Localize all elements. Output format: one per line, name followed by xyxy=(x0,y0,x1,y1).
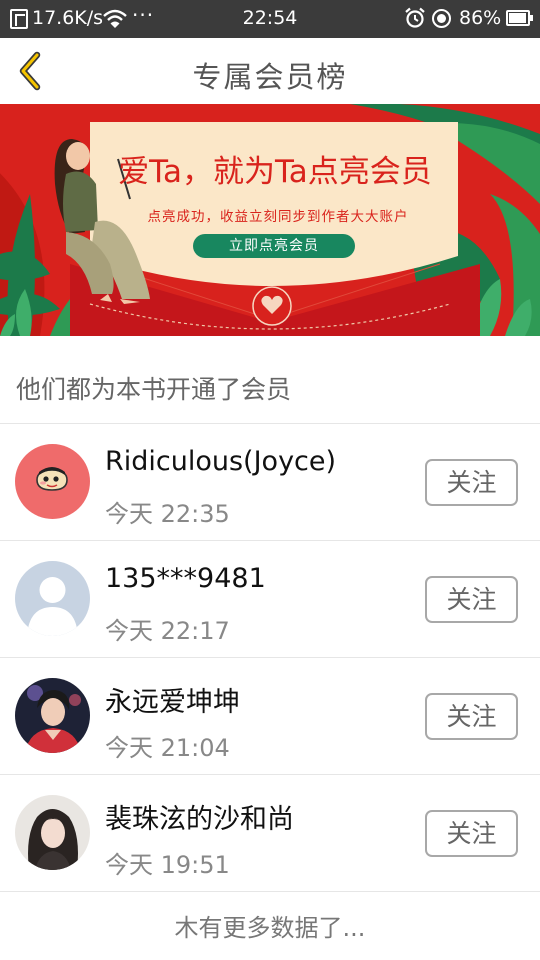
avatar[interactable] xyxy=(15,561,90,636)
member-name: Ridiculous(Joyce) xyxy=(105,446,337,477)
follow-button[interactable]: 关注 xyxy=(425,810,518,857)
list-item[interactable]: 裴珠泫的沙和尚 今天 19:51 关注 xyxy=(0,775,540,892)
location-icon xyxy=(432,9,451,28)
follow-button[interactable]: 关注 xyxy=(425,459,518,506)
status-bar: 17.6K/s ··· 22:54 86% xyxy=(0,0,540,38)
member-name: 裴珠泫的沙和尚 xyxy=(105,804,294,835)
member-time: 今天 22:35 xyxy=(105,500,230,528)
no-more-data-text: 木有更多数据了... xyxy=(174,914,366,942)
nav-bar: 专属会员榜 xyxy=(0,38,540,104)
member-list: Ridiculous(Joyce) 今天 22:35 关注 135***9481… xyxy=(0,424,540,892)
member-name: 永远爱坤坤 xyxy=(105,687,240,718)
default-avatar-icon xyxy=(15,561,90,636)
member-time: 今天 22:17 xyxy=(105,617,230,645)
photo-avatar-icon xyxy=(15,678,90,753)
alarm-icon xyxy=(404,7,426,34)
member-name: 135***9481 xyxy=(105,563,266,594)
promo-banner[interactable]: 爱Ta，就为Ta点亮会员 点亮成功，收益立刻同步到作者大大账户 立即点亮会员 xyxy=(0,104,540,336)
banner-title: 爱Ta，就为Ta点亮会员 xyxy=(118,154,432,190)
list-item[interactable]: 135***9481 今天 22:17 关注 xyxy=(0,541,540,658)
avatar[interactable] xyxy=(15,795,90,870)
avatar[interactable] xyxy=(15,678,90,753)
battery-icon xyxy=(506,10,533,26)
member-time: 今天 21:04 xyxy=(105,734,230,762)
follow-button[interactable]: 关注 xyxy=(425,693,518,740)
section-title: 他们都为本书开通了会员 xyxy=(0,336,540,424)
battery-percent: 86% xyxy=(459,7,502,29)
light-up-member-button[interactable]: 立即点亮会员 xyxy=(193,234,355,258)
list-item[interactable]: 永远爱坤坤 今天 21:04 关注 xyxy=(0,658,540,775)
cartoon-avatar-icon xyxy=(15,444,90,519)
page-title: 专属会员榜 xyxy=(192,60,348,94)
photo-avatar-icon xyxy=(15,795,90,870)
follow-button[interactable]: 关注 xyxy=(425,576,518,623)
list-item[interactable]: Ridiculous(Joyce) 今天 22:35 关注 xyxy=(0,424,540,541)
member-time: 今天 19:51 xyxy=(105,851,230,879)
banner-subtitle: 点亮成功，收益立刻同步到作者大大账户 xyxy=(147,209,409,225)
avatar[interactable] xyxy=(15,444,90,519)
